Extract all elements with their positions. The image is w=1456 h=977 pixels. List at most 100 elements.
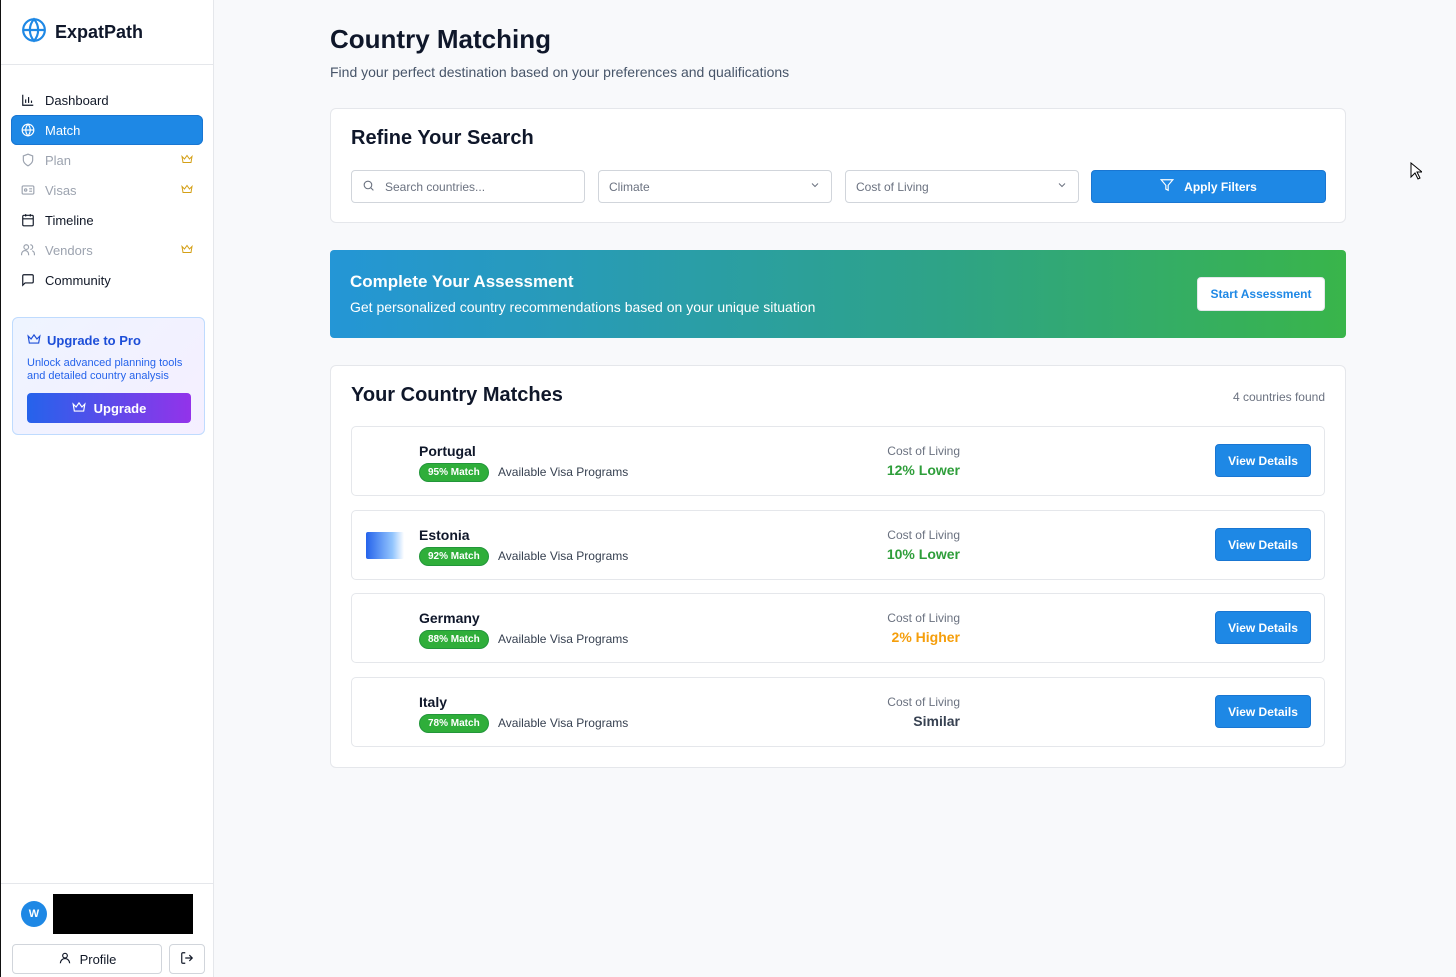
bar-chart-icon: [21, 93, 35, 107]
page-subtitle: Find your perfect destination based on y…: [330, 64, 790, 80]
sidebar-nav: Dashboard Match Plan Visas Timeline Vend…: [1, 65, 213, 295]
logout-icon: [180, 951, 194, 968]
cost-label: Cost of Living: [887, 444, 960, 458]
match-row-portugal[interactable]: Portugal 95% Match Available Visa Progra…: [351, 426, 1325, 496]
country-flag: [366, 615, 404, 642]
refine-search-card: Refine Your Search Climate Cost of Livin…: [330, 108, 1346, 223]
visa-programs-text: Available Visa Programs: [498, 549, 629, 563]
sidebar-item-dashboard[interactable]: Dashboard: [11, 85, 203, 115]
upgrade-button-label: Upgrade: [93, 400, 147, 416]
view-details-button[interactable]: View Details: [1215, 528, 1311, 561]
sidebar-item-label: Timeline: [45, 212, 94, 228]
visa-programs-text: Available Visa Programs: [498, 632, 629, 646]
cost-select-value: Cost of Living: [856, 179, 929, 194]
pro-card-text: Unlock advanced planning tools and detai…: [27, 357, 183, 382]
sidebar-item-plan[interactable]: Plan: [11, 145, 203, 175]
match-row-italy[interactable]: Italy 78% Match Available Visa Programs …: [351, 677, 1325, 747]
cost-value: 10% Lower: [886, 546, 960, 562]
brand[interactable]: ExpatPath: [1, 0, 213, 65]
user-row: W: [21, 894, 193, 934]
globe-icon: [21, 123, 35, 137]
sidebar-item-timeline[interactable]: Timeline: [11, 205, 203, 235]
apply-filters-label: Apply Filters: [1184, 179, 1257, 194]
globe-logo-icon: [21, 17, 47, 48]
country-flag: [366, 532, 404, 559]
search-field[interactable]: [351, 170, 585, 203]
assessment-banner: Complete Your Assessment Get personalize…: [330, 250, 1346, 338]
page-title: Country Matching: [330, 24, 551, 54]
user-icon: [58, 951, 72, 968]
visa-programs-text: Available Visa Programs: [498, 465, 629, 479]
users-icon: [21, 243, 35, 257]
calendar-icon: [21, 213, 35, 227]
match-badge: 95% Match: [419, 463, 489, 482]
apply-filters-button[interactable]: Apply Filters: [1091, 170, 1326, 203]
cost-label: Cost of Living: [887, 611, 960, 625]
mouse-cursor-icon: [1410, 161, 1424, 185]
sidebar-item-vendors[interactable]: Vendors: [11, 235, 203, 265]
country-flag: [366, 699, 404, 726]
view-details-button[interactable]: View Details: [1215, 611, 1311, 644]
cost-of-living-select[interactable]: Cost of Living: [845, 170, 1079, 203]
assessment-banner-title: Complete Your Assessment: [350, 272, 574, 291]
climate-select[interactable]: Climate: [598, 170, 832, 203]
sidebar-item-label: Match: [45, 122, 81, 138]
search-icon: [362, 179, 375, 195]
cost-value: 12% Lower: [886, 462, 960, 478]
climate-select-value: Climate: [609, 179, 650, 194]
match-badge: 78% Match: [419, 714, 489, 733]
pro-card-title-text: Upgrade to Pro: [47, 333, 141, 348]
sidebar-item-label: Dashboard: [45, 92, 109, 108]
view-details-button[interactable]: View Details: [1215, 695, 1311, 728]
upgrade-button[interactable]: Upgrade: [27, 393, 191, 423]
search-input[interactable]: [385, 179, 565, 194]
match-row-germany[interactable]: Germany 88% Match Available Visa Program…: [351, 593, 1325, 663]
country-matches-card: Your Country Matches 4 countries found P…: [330, 365, 1346, 768]
cost-label: Cost of Living: [887, 695, 960, 709]
country-matches-title: Your Country Matches: [351, 384, 563, 406]
profile-button-label: Profile: [79, 951, 117, 967]
sidebar-item-label: Vendors: [45, 242, 93, 258]
country-flag: [366, 448, 404, 475]
sidebar: ExpatPath Dashboard Match Plan Visas Tim…: [0, 0, 214, 977]
crown-icon: [71, 400, 86, 417]
match-badge: 88% Match: [419, 630, 489, 649]
cost-value: Similar: [913, 713, 960, 729]
brand-name: ExpatPath: [55, 21, 144, 42]
avatar[interactable]: W: [21, 901, 47, 927]
shield-icon: [21, 153, 35, 167]
match-row-estonia[interactable]: Estonia 92% Match Available Visa Program…: [351, 510, 1325, 580]
view-details-button[interactable]: View Details: [1215, 444, 1311, 477]
refine-search-title: Refine Your Search: [351, 127, 534, 149]
message-icon: [21, 273, 35, 287]
match-badge: 92% Match: [419, 547, 489, 566]
sidebar-item-label: Visas: [45, 182, 77, 198]
chevron-down-icon: [809, 179, 821, 194]
crown-icon: [27, 332, 41, 349]
logout-button[interactable]: [169, 944, 205, 974]
visa-programs-text: Available Visa Programs: [498, 716, 629, 730]
profile-button[interactable]: Profile: [12, 944, 162, 974]
country-name: Estonia: [419, 527, 470, 543]
sidebar-item-visas[interactable]: Visas: [11, 175, 203, 205]
start-assessment-button[interactable]: Start Assessment: [1197, 277, 1325, 311]
cost-value: 2% Higher: [891, 629, 960, 645]
sidebar-item-label: Plan: [45, 152, 72, 168]
cost-label: Cost of Living: [887, 528, 960, 542]
chevron-down-icon: [1056, 179, 1068, 194]
country-name: Portugal: [419, 443, 476, 459]
country-name: Germany: [419, 610, 480, 626]
crown-icon: [181, 183, 193, 198]
redacted-username: [53, 894, 193, 934]
assessment-banner-text: Get personalized country recommendations…: [350, 299, 816, 315]
crown-icon: [181, 243, 193, 258]
user-area: W Profile: [1, 883, 214, 977]
country-name: Italy: [419, 694, 448, 710]
upgrade-pro-card: Upgrade to Pro Unlock advanced planning …: [12, 317, 205, 435]
filter-icon: [1160, 178, 1175, 195]
matches-count: 4 countries found: [1232, 390, 1325, 404]
sidebar-item-community[interactable]: Community: [11, 265, 203, 295]
id-card-icon: [21, 183, 35, 197]
sidebar-item-match[interactable]: Match: [11, 115, 203, 145]
crown-icon: [181, 153, 193, 168]
